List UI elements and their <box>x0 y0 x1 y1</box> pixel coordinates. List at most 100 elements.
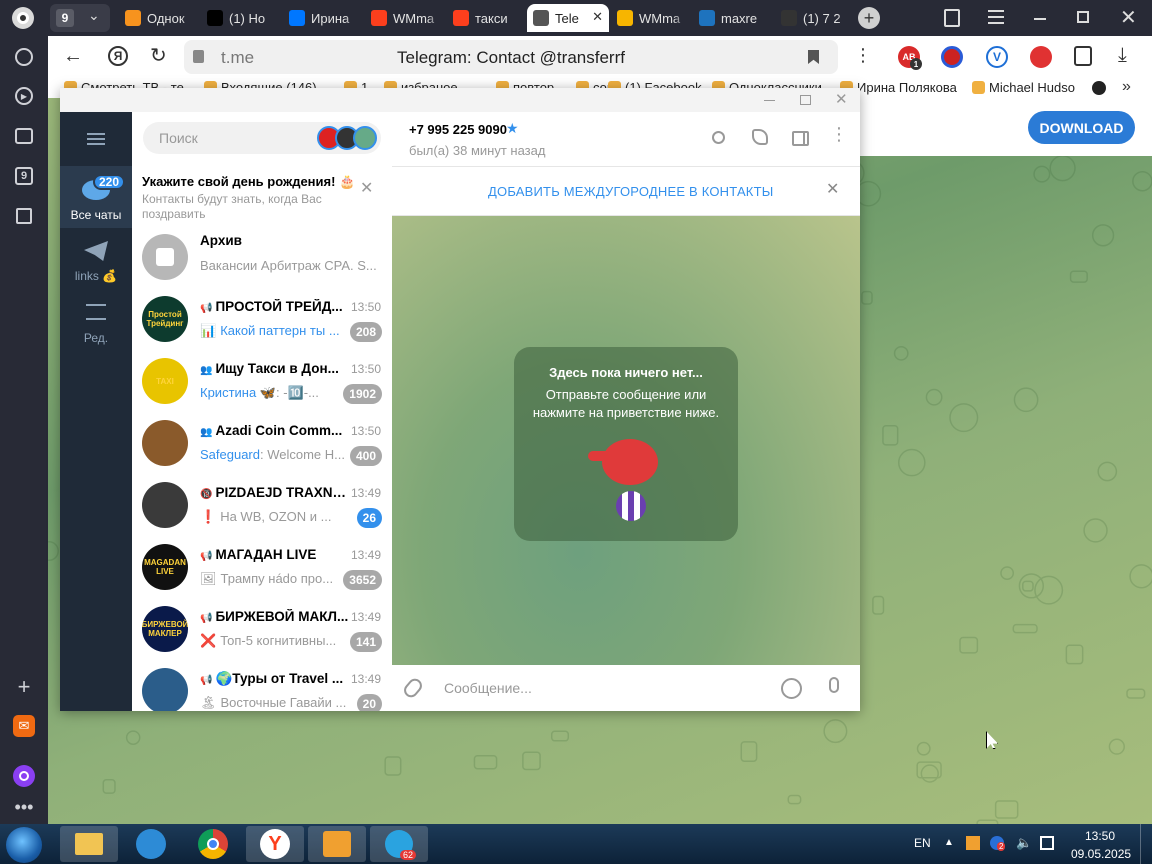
message-input[interactable]: Сообщение... <box>444 680 532 696</box>
folder-all-chats[interactable]: 220 Все чаты <box>60 166 132 228</box>
taskbar-yandex[interactable]: Y <box>246 826 304 862</box>
attach-icon[interactable] <box>401 675 425 701</box>
bookmark-item[interactable]: Michael Hudso <box>972 80 1075 95</box>
folder-links[interactable]: links 💰 <box>60 230 132 292</box>
shield-extension-icon[interactable] <box>941 46 963 68</box>
play-icon[interactable]: ▶ <box>13 85 35 107</box>
volume-icon[interactable]: 🔈 <box>1016 835 1032 851</box>
close-window-icon[interactable]: ✕ <box>1120 5 1137 30</box>
show-desktop-button[interactable] <box>1140 824 1152 864</box>
reload-icon[interactable]: ↻ <box>150 43 167 68</box>
start-button[interactable] <box>6 827 42 863</box>
yandex-home-icon[interactable]: Я <box>108 46 128 66</box>
chat-row[interactable]: Простой Трейдинг 📢 ПРОСТОЙ ТРЕЙД... 13:50 📊 К… <box>132 290 392 352</box>
browser-tab[interactable]: (1) 7 2 <box>775 4 851 32</box>
hamburger-menu-icon[interactable] <box>87 133 105 145</box>
browser-tab[interactable]: такси <box>447 4 523 32</box>
notes-icon[interactable] <box>13 205 35 227</box>
taskbar-media[interactable] <box>308 826 366 862</box>
search-icon[interactable] <box>712 131 725 144</box>
menu-icon[interactable] <box>988 10 1004 24</box>
chat-row[interactable]: MAGADAN LIVE 📢 МАГАДАН LIVE 13:49 🖼 Трампу нá… <box>132 538 392 600</box>
minimize-icon[interactable] <box>1034 18 1046 20</box>
new-tab-button[interactable]: + <box>858 7 880 29</box>
adblock-extension-icon[interactable]: AB 1 <box>898 46 922 70</box>
stories-avatars[interactable] <box>317 126 377 150</box>
close-tab-icon[interactable]: ✕ <box>592 9 603 25</box>
language-indicator[interactable]: EN <box>914 836 931 850</box>
archive-row[interactable]: Архив Вакансии Арбитраж CPA. S... <box>132 228 392 290</box>
taskbar-telegram[interactable]: 62 <box>370 826 428 862</box>
star-icon: ★ <box>506 120 519 136</box>
taskbar-explorer[interactable] <box>60 826 118 862</box>
clock-time[interactable]: 13:50 <box>1085 829 1115 843</box>
history-icon[interactable] <box>13 46 35 68</box>
maximize-icon[interactable] <box>800 95 811 105</box>
chat-preview: 🖼 Трампу нádо про... <box>200 571 350 587</box>
chat-row[interactable]: 📢 🌍Туры от Travel ... 13:49 🏝 Восточные Гава… <box>132 662 392 711</box>
taskbar: Y 62 EN ▲ 2 🔈 13:50 09.05.2025 <box>0 824 1152 864</box>
alice-assistant-icon[interactable] <box>13 765 35 787</box>
chat-row[interactable]: БИРЖЕВОЙ МАКЛЕР 📢 БИРЖЕВОЙ МАКЛ... 13:49 ❌ То… <box>132 600 392 662</box>
more-icon[interactable]: ••• <box>13 796 35 818</box>
browser-tab[interactable]: (1) Ho <box>201 4 277 32</box>
browser-tab[interactable]: WMma <box>611 4 687 32</box>
browser-tab[interactable]: WMma <box>365 4 441 32</box>
chat-time: 13:49 <box>350 486 381 500</box>
chat-time: 13:50 <box>350 300 381 314</box>
search-field[interactable]: Поиск <box>143 122 381 154</box>
more-bookmarks-icon[interactable]: » <box>1122 78 1131 96</box>
browser-tab[interactable]: Однок <box>119 4 195 32</box>
trash-extension-icon[interactable] <box>1030 46 1052 68</box>
mail-at-icon <box>617 10 633 26</box>
browser-tab[interactable]: Tele ✕ <box>527 4 609 32</box>
browser-logo-icon[interactable] <box>12 7 34 29</box>
browser-tab[interactable]: Ирина <box>283 4 359 32</box>
lock-icon[interactable] <box>193 50 204 63</box>
taskbar-chrome[interactable] <box>184 826 242 862</box>
clock-date[interactable]: 09.05.2025 <box>1071 847 1131 861</box>
sidebar-tab-badge[interactable]: 9 <box>13 165 35 187</box>
add-contact-button[interactable]: ДОБАВИТЬ МЕЖДУГОРОДНЕЕ В КОНТАКТЫ <box>488 184 773 199</box>
bookmark-icon[interactable] <box>808 50 819 64</box>
chat-row[interactable]: TAXI 👥 Ищу Такси в Дон... 13:50 Кристина 🦋: … <box>132 352 392 414</box>
chat-row[interactable]: 🔞 PIZDAEJD TRAXNY... 13:49 ❗ На WB, OZON и .… <box>132 476 392 538</box>
mail-app-icon[interactable]: ✉ <box>13 715 35 737</box>
phone-icon[interactable] <box>752 129 768 145</box>
close-icon[interactable]: ✕ <box>360 178 373 198</box>
chat-row[interactable]: 👥 Azadi Coin Comm... 13:50 Safeguard: Welco… <box>132 414 392 476</box>
back-arrow-icon[interactable]: ← <box>63 45 83 68</box>
download-icon[interactable]: ⤓ <box>1118 44 1127 67</box>
network-icon[interactable] <box>1040 836 1054 850</box>
minimize-icon[interactable] <box>764 100 775 101</box>
address-field[interactable]: t.me Telegram: Contact @transferrf <box>184 40 838 74</box>
greeting-sticker[interactable] <box>584 435 670 521</box>
more-vertical-icon[interactable]: ⋮ <box>854 45 872 66</box>
taskbar-ie[interactable] <box>122 826 180 862</box>
tray-antivirus-icon[interactable]: 2 <box>990 836 1006 851</box>
clock-icon[interactable] <box>1092 81 1106 95</box>
folder-edit[interactable]: Ред. <box>60 294 132 356</box>
tab-counter-button[interactable]: 9 ⌄ <box>50 4 110 32</box>
extensions-icon[interactable] <box>1074 46 1092 66</box>
restore-icon[interactable] <box>1077 11 1089 23</box>
browser-tab-label: (1) Ho <box>229 10 266 26</box>
emoji-icon[interactable] <box>781 678 802 699</box>
download-button[interactable]: DOWNLOAD <box>1028 111 1135 144</box>
close-icon[interactable]: ✕ <box>835 90 848 108</box>
birthday-banner[interactable]: Укажите свой день рождения! 🎂 Контакты б… <box>132 164 392 221</box>
collections-icon[interactable] <box>944 9 960 27</box>
close-icon[interactable]: ✕ <box>826 179 839 199</box>
camera-icon[interactable] <box>13 125 35 147</box>
browser-tab[interactable]: maxre <box>693 4 769 32</box>
odnoklassniki-icon <box>125 10 141 26</box>
add-panel-icon[interactable]: + <box>13 674 35 699</box>
contact-phone[interactable]: +7 995 225 9090 <box>409 122 507 137</box>
tray-expand-icon[interactable]: ▲ <box>944 837 954 848</box>
vpn-extension-icon[interactable]: V <box>986 46 1008 68</box>
bookmark-label: Michael Hudso <box>989 80 1075 95</box>
tray-app-icon[interactable] <box>966 836 980 850</box>
microphone-icon[interactable] <box>829 677 839 693</box>
more-vertical-icon[interactable]: ⋮ <box>830 124 848 145</box>
sidebar-toggle-icon[interactable] <box>792 131 809 146</box>
